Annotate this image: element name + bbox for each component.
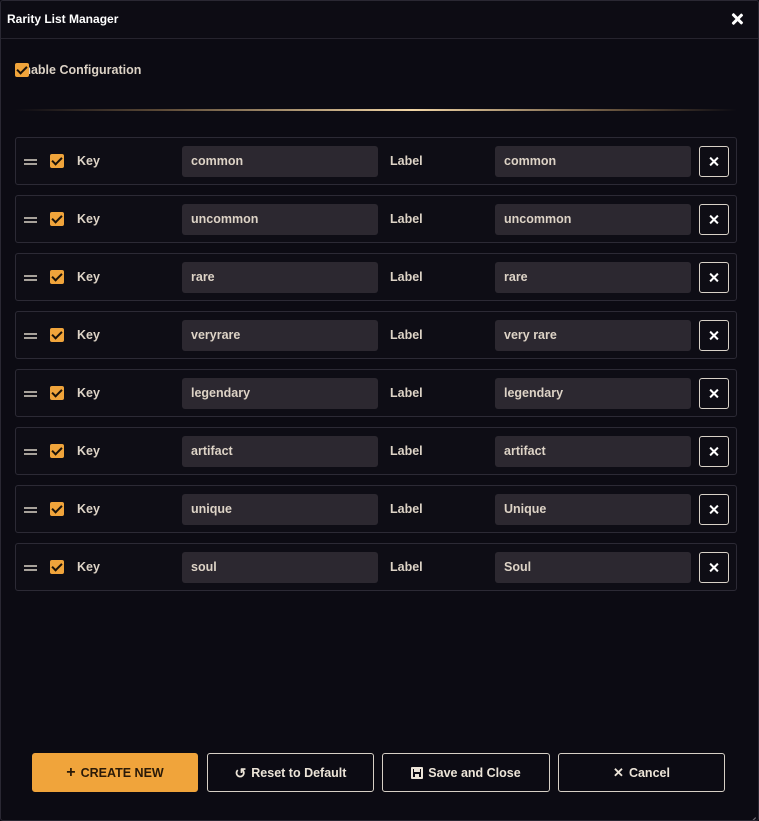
plus-icon: + — [66, 763, 76, 781]
enable-configuration-row: Enable Configuration — [15, 63, 737, 79]
section-divider — [15, 109, 737, 111]
save-and-close-label: Save and Close — [428, 765, 521, 780]
drag-handle-icon[interactable] — [24, 507, 37, 513]
cancel-label: Cancel — [628, 765, 670, 780]
label-label: Label — [390, 154, 423, 168]
delete-row-button[interactable] — [699, 204, 729, 235]
key-input[interactable] — [182, 552, 378, 583]
key-label: Key — [77, 154, 100, 168]
reset-to-default-button[interactable]: ↺ Reset to Default — [207, 753, 374, 792]
label-input[interactable] — [495, 146, 691, 177]
drag-handle-icon[interactable] — [24, 333, 37, 339]
key-label: Key — [77, 560, 100, 574]
key-input[interactable] — [182, 320, 378, 351]
key-input[interactable] — [182, 378, 378, 409]
key-label: Key — [77, 502, 100, 516]
rarity-row: Key Label — [15, 311, 737, 359]
undo-icon: ↺ — [234, 764, 247, 781]
rarity-row: Key Label — [15, 195, 737, 243]
label-input[interactable] — [495, 262, 691, 293]
key-label: Key — [77, 270, 100, 284]
row-enabled-checkbox[interactable] — [50, 560, 64, 574]
footer-buttons: + CREATE NEW ↺ Reset to Default Save and… — [32, 753, 725, 792]
delete-row-button[interactable] — [699, 320, 729, 351]
enable-configuration-label: Enable Configuration — [15, 63, 142, 77]
row-enabled-checkbox[interactable] — [50, 154, 64, 168]
title-bar[interactable]: Rarity List Manager — [1, 1, 758, 39]
key-input[interactable] — [182, 494, 378, 525]
label-label: Label — [390, 212, 423, 226]
drag-handle-icon[interactable] — [24, 217, 37, 223]
rarity-row: Key Label — [15, 137, 737, 185]
key-label: Key — [77, 212, 100, 226]
save-icon — [411, 766, 424, 779]
row-enabled-checkbox[interactable] — [50, 212, 64, 226]
delete-row-button[interactable] — [699, 494, 729, 525]
cancel-button[interactable]: ✕ Cancel — [558, 753, 725, 792]
drag-handle-icon[interactable] — [24, 391, 37, 397]
label-label: Label — [390, 502, 423, 516]
x-icon: ✕ — [613, 765, 624, 780]
delete-row-button[interactable] — [699, 262, 729, 293]
rarity-row: Key Label — [15, 543, 737, 591]
label-input[interactable] — [495, 494, 691, 525]
row-enabled-checkbox[interactable] — [50, 502, 64, 516]
key-input[interactable] — [182, 436, 378, 467]
window-title: Rarity List Manager — [7, 12, 119, 26]
enable-configuration-checkbox[interactable] — [15, 63, 29, 77]
delete-row-button[interactable] — [699, 552, 729, 583]
key-label: Key — [77, 328, 100, 342]
rarity-row: Key Label — [15, 485, 737, 533]
key-input[interactable] — [182, 262, 378, 293]
create-new-button[interactable]: + CREATE NEW — [32, 753, 198, 792]
delete-row-button[interactable] — [699, 436, 729, 467]
label-label: Label — [390, 444, 423, 458]
row-enabled-checkbox[interactable] — [50, 328, 64, 342]
key-label: Key — [77, 444, 100, 458]
row-enabled-checkbox[interactable] — [50, 444, 64, 458]
key-label: Key — [77, 386, 100, 400]
resize-handle[interactable] — [746, 808, 756, 818]
key-input[interactable] — [182, 204, 378, 235]
reset-to-default-label: Reset to Default — [251, 765, 347, 780]
rarity-row: Key Label — [15, 427, 737, 475]
label-input[interactable] — [495, 320, 691, 351]
row-enabled-checkbox[interactable] — [50, 270, 64, 284]
label-input[interactable] — [495, 552, 691, 583]
label-input[interactable] — [495, 436, 691, 467]
drag-handle-icon[interactable] — [24, 159, 37, 165]
rarity-rows-list: Key Label Key Label Key Label Key Label Key Label… — [15, 137, 737, 601]
close-icon[interactable] — [730, 12, 744, 26]
create-new-label: CREATE NEW — [80, 765, 164, 780]
drag-handle-icon[interactable] — [24, 565, 37, 571]
rarity-list-manager-window: Rarity List Manager Enable Configuration… — [0, 0, 759, 821]
drag-handle-icon[interactable] — [24, 275, 37, 281]
drag-handle-icon[interactable] — [24, 449, 37, 455]
label-label: Label — [390, 386, 423, 400]
key-input[interactable] — [182, 146, 378, 177]
label-input[interactable] — [495, 204, 691, 235]
label-label: Label — [390, 560, 423, 574]
save-and-close-button[interactable]: Save and Close — [382, 753, 550, 792]
label-label: Label — [390, 328, 423, 342]
rarity-row: Key Label — [15, 253, 737, 301]
delete-row-button[interactable] — [699, 378, 729, 409]
rarity-row: Key Label — [15, 369, 737, 417]
label-input[interactable] — [495, 378, 691, 409]
row-enabled-checkbox[interactable] — [50, 386, 64, 400]
delete-row-button[interactable] — [699, 146, 729, 177]
label-label: Label — [390, 270, 423, 284]
